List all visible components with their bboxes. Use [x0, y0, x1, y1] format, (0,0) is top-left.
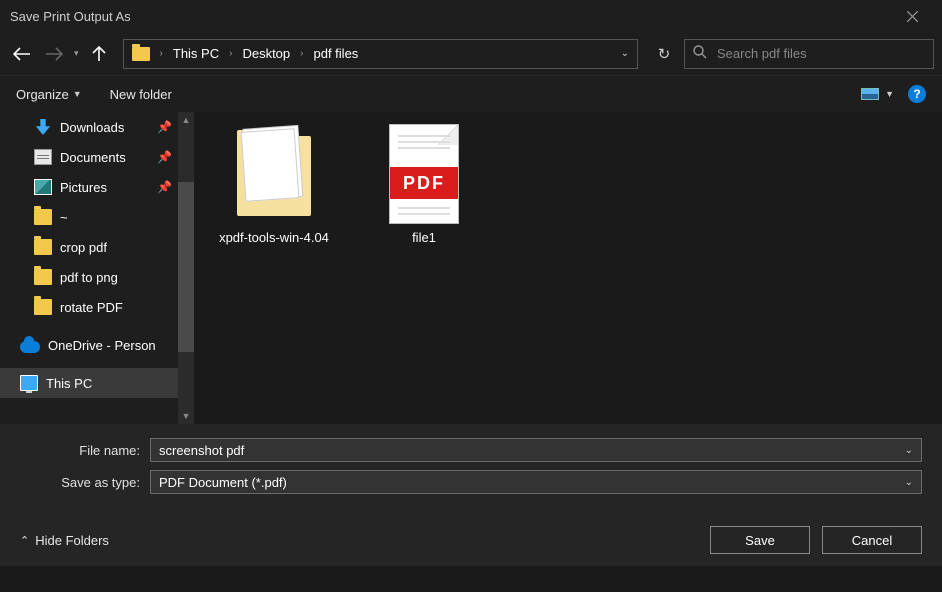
title-bar: Save Print Output As [0, 0, 942, 32]
new-folder-button[interactable]: New folder [110, 87, 172, 102]
nav-bar: ▾ › This PC › Desktop › pdf files ⌄ ↻ Se… [0, 32, 942, 76]
forward-button[interactable] [40, 40, 68, 68]
recent-dropdown-icon[interactable]: ▾ [74, 48, 79, 59]
file-label: file1 [364, 230, 484, 245]
savetype-label: Save as type: [20, 475, 150, 490]
back-button[interactable] [8, 40, 36, 68]
save-button[interactable]: Save [710, 526, 810, 554]
help-icon: ? [913, 87, 920, 101]
file-item-pdf[interactable]: PDF file1 [364, 124, 484, 245]
close-button[interactable] [892, 0, 932, 32]
refresh-button[interactable]: ↻ [648, 39, 680, 69]
tree-item-pictures[interactable]: Pictures📌 [0, 172, 194, 202]
body: Downloads📌 Documents📌 Pictures📌 ~ crop p… [0, 112, 942, 424]
tree-item-downloads[interactable]: Downloads📌 [0, 112, 194, 142]
thispc-icon [20, 375, 38, 391]
file-label: xpdf-tools-win-4.04 [214, 230, 334, 245]
search-placeholder: Search pdf files [717, 46, 807, 61]
tree-item-thispc[interactable]: This PC [0, 368, 194, 398]
chevron-right-icon: › [154, 48, 169, 59]
toolbar: Organize ▼ New folder ▼ ? [0, 76, 942, 112]
pin-icon: 📌 [157, 120, 172, 134]
address-dropdown-icon[interactable]: ⌄ [621, 48, 629, 59]
tree-item-onedrive[interactable]: OneDrive - Person [0, 330, 194, 360]
organize-menu[interactable]: Organize ▼ [16, 87, 82, 102]
file-item-folder[interactable]: xpdf-tools-win-4.04 [214, 124, 334, 245]
view-icon [861, 88, 879, 100]
cancel-button[interactable]: Cancel [822, 526, 922, 554]
view-menu[interactable]: ▼ [861, 88, 894, 100]
window-title: Save Print Output As [10, 9, 131, 24]
pin-icon: 📌 [157, 180, 172, 194]
chevron-up-icon: ⌃ [20, 534, 29, 547]
tree-item-documents[interactable]: Documents📌 [0, 142, 194, 172]
chevron-down-icon[interactable]: ⌄ [905, 445, 913, 456]
search-icon [693, 45, 707, 62]
folder-thumb-icon [229, 124, 319, 224]
refresh-icon: ↻ [658, 45, 671, 63]
chevron-right-icon: › [223, 48, 238, 59]
folder-icon [34, 299, 52, 315]
tree-item-folder[interactable]: ~ [0, 202, 194, 232]
document-icon [34, 149, 52, 165]
file-pane[interactable]: xpdf-tools-win-4.04 PDF file1 [194, 112, 942, 424]
folder-icon [34, 239, 52, 255]
arrow-left-icon [13, 47, 31, 61]
breadcrumb-root[interactable]: This PC [169, 46, 223, 61]
scrollbar-thumb[interactable] [178, 182, 194, 352]
tree-item-folder[interactable]: crop pdf [0, 232, 194, 262]
hide-folders-button[interactable]: ⌃ Hide Folders [20, 533, 109, 548]
folder-icon [34, 269, 52, 285]
up-button[interactable] [85, 40, 113, 68]
folder-icon [132, 47, 150, 61]
pdf-thumb-icon: PDF [379, 124, 469, 224]
breadcrumb-item[interactable]: pdf files [310, 46, 363, 61]
folder-icon [34, 209, 52, 225]
address-bar[interactable]: › This PC › Desktop › pdf files ⌄ [123, 39, 638, 69]
scroll-down-icon[interactable]: ▼ [178, 408, 194, 424]
savetype-select[interactable]: PDF Document (*.pdf) ⌄ [150, 470, 922, 494]
chevron-down-icon: ▼ [73, 89, 82, 99]
pin-icon: 📌 [157, 150, 172, 164]
chevron-down-icon: ▼ [885, 89, 894, 99]
scroll-up-icon[interactable]: ▲ [178, 112, 194, 128]
search-input[interactable]: Search pdf files [684, 39, 934, 69]
download-icon [34, 119, 52, 135]
tree-item-folder[interactable]: rotate PDF [0, 292, 194, 322]
arrow-up-icon [92, 46, 106, 62]
help-button[interactable]: ? [908, 85, 926, 103]
breadcrumb-item[interactable]: Desktop [238, 46, 294, 61]
chevron-down-icon[interactable]: ⌄ [905, 477, 913, 488]
nav-tree: Downloads📌 Documents📌 Pictures📌 ~ crop p… [0, 112, 194, 424]
filename-input[interactable]: screenshot pdf ⌄ [150, 438, 922, 462]
footer: ⌃ Hide Folders Save Cancel [0, 514, 942, 566]
arrow-right-icon [45, 47, 63, 61]
close-icon [907, 11, 918, 22]
tree-item-folder[interactable]: pdf to png [0, 262, 194, 292]
pictures-icon [34, 179, 52, 195]
save-fields: File name: screenshot pdf ⌄ Save as type… [0, 424, 942, 514]
filename-label: File name: [20, 443, 150, 458]
chevron-right-icon: › [294, 48, 309, 59]
onedrive-icon [20, 341, 40, 353]
